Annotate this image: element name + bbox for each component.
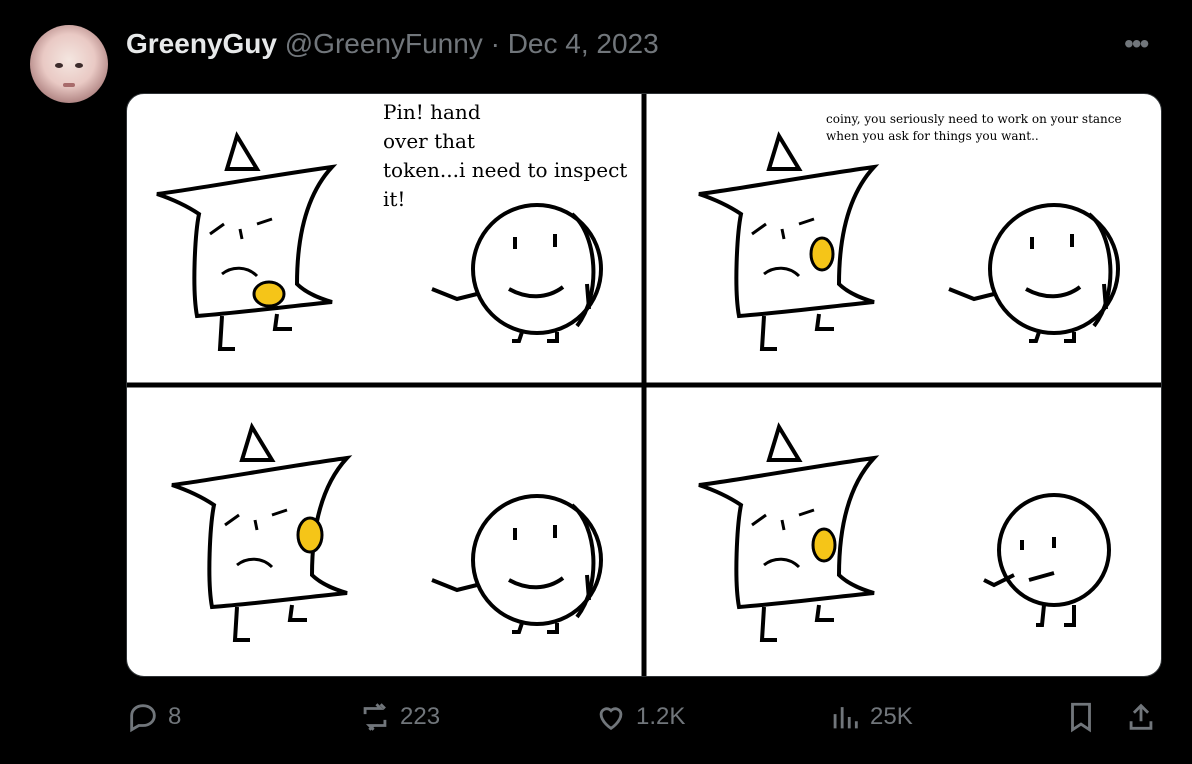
panel-2-text-1: coiny, you seriously need to work on you… — [826, 112, 1122, 126]
panel-3 — [170, 425, 603, 642]
like-button[interactable]: 1.2K — [594, 700, 685, 734]
like-count: 1.2K — [636, 703, 686, 730]
share-button[interactable] — [1124, 700, 1158, 734]
panel-1-text-3: token...i need to inspect — [383, 158, 627, 182]
panel-1: Pin! hand over that token...i need to in… — [155, 100, 627, 351]
views-button[interactable]: 25K — [828, 700, 913, 734]
views-icon — [833, 707, 858, 729]
separator-dot: · — [490, 28, 500, 59]
like-icon — [599, 707, 623, 731]
panel-1-text-4: it! — [383, 187, 405, 211]
share-icon — [1129, 703, 1153, 730]
repost-button[interactable]: 223 — [358, 700, 440, 734]
panel-1-text-1: Pin! hand — [383, 100, 481, 124]
comic-drawing: Pin! hand over that token...i need to in… — [127, 94, 1161, 676]
avatar-eye — [75, 63, 83, 68]
repost-count: 223 — [400, 703, 441, 730]
reply-count: 8 — [168, 703, 182, 730]
reply-button[interactable]: 8 — [126, 700, 181, 734]
panel-4 — [697, 425, 1111, 642]
panel-2: coiny, you seriously need to work on you… — [697, 112, 1122, 351]
post-header: GreenyGuy @GreenyFunny · Dec 4, 2023 — [126, 28, 659, 60]
avatar-mouth — [63, 83, 75, 87]
post-actions: 8 223 1.2K 25K — [0, 700, 1192, 744]
author-avatar[interactable] — [30, 25, 108, 103]
more-icon[interactable]: ••• — [1124, 28, 1149, 60]
bookmark-button[interactable] — [1064, 700, 1098, 734]
repost-icon — [363, 703, 387, 731]
bookmark-icon — [1071, 702, 1091, 733]
views-count: 25K — [870, 703, 913, 730]
author-handle[interactable]: @GreenyFunny — [285, 28, 483, 59]
panel-2-text-2: when you ask for things you want.. — [826, 129, 1039, 143]
post-date[interactable]: Dec 4, 2023 — [508, 28, 659, 59]
panel-1-text-2: over that — [383, 129, 475, 153]
comic-image[interactable]: Pin! hand over that token...i need to in… — [126, 93, 1162, 677]
reply-icon — [130, 704, 156, 733]
avatar-eye — [55, 63, 63, 68]
author-name[interactable]: GreenyGuy — [126, 28, 277, 59]
